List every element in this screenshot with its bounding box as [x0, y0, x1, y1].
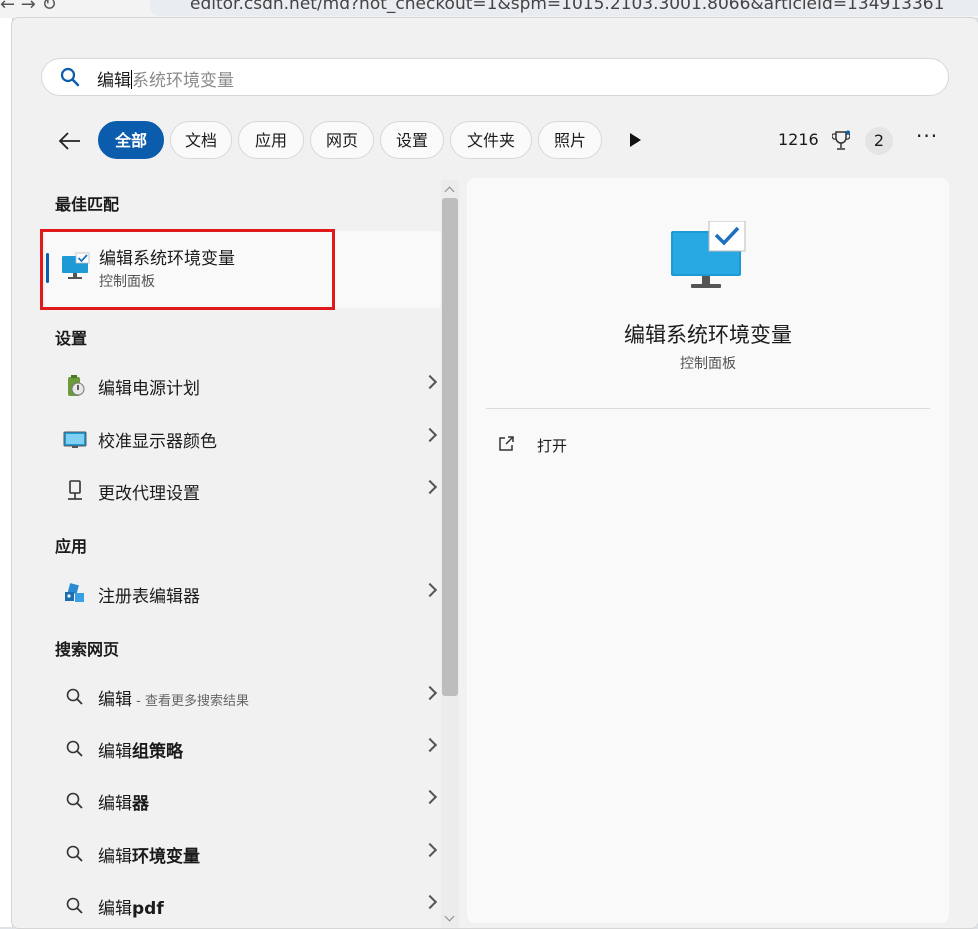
settings-item-label: 编辑电源计划 [98, 379, 200, 399]
display-color-icon [63, 431, 87, 448]
web-search-item[interactable]: 编辑组策略 [55, 727, 438, 771]
windows-search-panel: 编辑系统环境变量 全部 文档 应用 网页 设置 文件夹 照片 1216 2 ··… [11, 17, 978, 929]
results-list: 最佳匹配 编辑系统环境变量 控制面板 设置 编辑电源计划 校准显示器颜色 更改代… [12, 178, 442, 928]
web-search-label: 编辑环境变量 [98, 842, 200, 867]
filter-web[interactable]: 网页 [310, 121, 374, 159]
chevron-right-icon [422, 374, 438, 390]
query-suggestion: 组策略 [132, 742, 183, 762]
section-heading-web-search: 搜索网页 [55, 640, 120, 659]
section-heading-settings: 设置 [55, 329, 88, 348]
filter-settings[interactable]: 设置 [380, 121, 444, 159]
web-search-item[interactable]: 编辑pdf [55, 884, 438, 928]
search-autocomplete-text: 系统环境变量 [132, 71, 234, 91]
web-search-label: 编辑pdf [98, 894, 164, 919]
query-prefix: 编辑 [98, 899, 132, 919]
chevron-right-icon [422, 427, 438, 443]
filter-folders[interactable]: 文件夹 [450, 121, 532, 159]
search-icon [60, 67, 80, 87]
web-search-item[interactable]: 编辑 - 查看更多搜索结果 [55, 675, 438, 719]
registry-editor-icon [65, 583, 84, 602]
search-icon [66, 897, 83, 914]
chevron-right-icon [422, 894, 438, 910]
query-suggestion: 器 [132, 794, 149, 814]
chevron-right-icon [422, 789, 438, 805]
settings-item-calibrate-display[interactable]: 校准显示器颜色 [55, 417, 438, 461]
rewards-points[interactable]: 1216 [778, 130, 819, 149]
search-icon [66, 845, 83, 862]
query-suggestion: pdf [132, 899, 164, 919]
query-prefix: 编辑 [98, 742, 132, 762]
chevron-right-icon [422, 842, 438, 858]
preview-title: 编辑系统环境变量 [624, 323, 792, 347]
section-heading-apps: 应用 [55, 537, 88, 556]
proxy-network-icon [68, 480, 82, 500]
more-filters-play-icon[interactable] [630, 133, 641, 147]
search-query: 编辑系统环境变量 [97, 66, 234, 91]
scrollbar-thumb[interactable] [442, 198, 458, 696]
address-bar[interactable]: editor.csdn.net/md?not_checkout=1&spm=10… [150, 0, 978, 16]
query-prefix: 编辑 [98, 690, 132, 710]
filter-all[interactable]: 全部 [98, 121, 164, 159]
profile-badge[interactable]: 2 [865, 127, 893, 155]
chevron-right-icon [422, 582, 438, 598]
power-plan-icon [68, 375, 85, 396]
settings-item-proxy[interactable]: 更改代理设置 [55, 469, 438, 513]
scroll-down-icon[interactable] [444, 911, 455, 922]
rewards-trophy-icon[interactable] [832, 130, 850, 152]
settings-item-label: 更改代理设置 [98, 484, 200, 504]
section-heading-best-match: 最佳匹配 [55, 195, 120, 214]
query-suggestion: 环境变量 [132, 847, 200, 867]
open-label: 打开 [537, 437, 568, 455]
results-scrollbar[interactable] [441, 180, 459, 928]
filter-photos[interactable]: 照片 [538, 121, 602, 159]
back-arrow-icon[interactable] [56, 127, 84, 155]
search-icon [66, 792, 83, 809]
settings-item-label: 校准显示器颜色 [98, 432, 217, 452]
filter-documents[interactable]: 文档 [170, 121, 232, 159]
annotation-highlight-box [40, 229, 335, 310]
search-input[interactable]: 编辑系统环境变量 [41, 58, 949, 96]
open-action[interactable]: 打开 [497, 433, 697, 461]
settings-item-power-plan[interactable]: 编辑电源计划 [55, 364, 438, 408]
preview-pane: 编辑系统环境变量 控制面板 打开 [467, 178, 949, 923]
filter-bar: 全部 文档 应用 网页 设置 文件夹 照片 1216 2 ··· [56, 121, 956, 161]
search-icon [66, 688, 83, 705]
chevron-right-icon [422, 479, 438, 495]
app-item-registry-editor[interactable]: 注册表编辑器 [55, 572, 438, 616]
web-search-item[interactable]: 编辑环境变量 [55, 832, 438, 876]
web-search-label: 编辑 - 查看更多搜索结果 [98, 685, 249, 710]
web-search-item[interactable]: 编辑器 [55, 779, 438, 823]
more-options-icon[interactable]: ··· [916, 124, 938, 148]
query-hint: - 查看更多搜索结果 [132, 694, 249, 709]
web-search-label: 编辑组策略 [98, 737, 183, 762]
query-prefix: 编辑 [98, 847, 132, 867]
chevron-right-icon [422, 685, 438, 701]
app-item-label: 注册表编辑器 [98, 587, 200, 607]
divider [486, 408, 930, 409]
system-properties-icon [671, 221, 746, 288]
scroll-up-icon[interactable] [444, 186, 455, 197]
query-prefix: 编辑 [98, 794, 132, 814]
browser-nav-icons[interactable]: ← → ↻ [0, 0, 57, 15]
browser-toolbar: ← → ↻ editor.csdn.net/md?not_checkout=1&… [0, 0, 978, 18]
preview-category: 控制面板 [680, 356, 736, 372]
chevron-right-icon [422, 737, 438, 753]
web-search-label: 编辑器 [98, 789, 149, 814]
open-external-icon [499, 436, 514, 451]
search-icon [66, 740, 83, 757]
filter-apps[interactable]: 应用 [238, 121, 304, 159]
search-typed-text: 编辑 [97, 71, 131, 91]
